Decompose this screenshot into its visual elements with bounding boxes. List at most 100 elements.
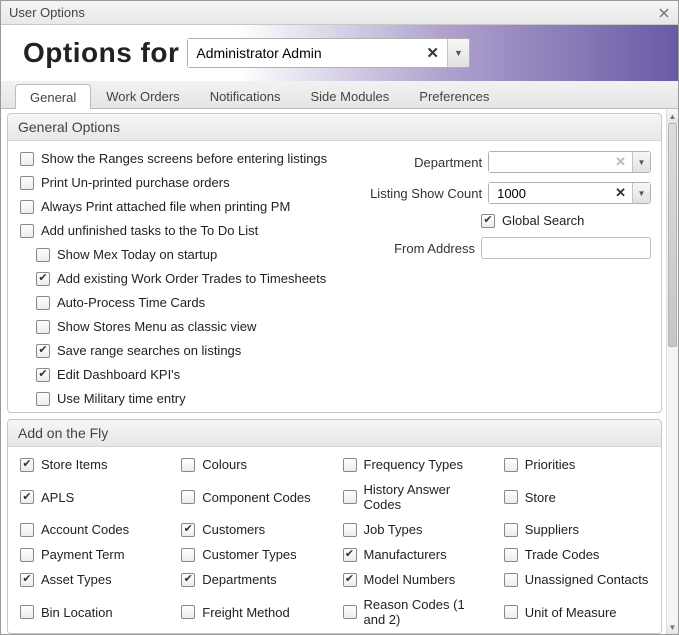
tab-preferences[interactable]: Preferences <box>404 83 504 108</box>
addfly-check-17[interactable]: Departments <box>181 572 328 587</box>
addfly-check-8[interactable]: Account Codes <box>20 522 167 537</box>
addfly-check-18[interactable]: Model Numbers <box>343 572 490 587</box>
checkbox-icon <box>36 296 50 310</box>
check-label: History Answer Codes <box>364 482 490 512</box>
general-check-5[interactable]: Add existing Work Order Trades to Timesh… <box>36 271 361 286</box>
checkbox-icon <box>343 573 357 587</box>
tab-notifications[interactable]: Notifications <box>195 83 296 108</box>
general-check-2[interactable]: Always Print attached file when printing… <box>20 199 361 214</box>
addfly-check-20[interactable]: Bin Location <box>20 597 167 627</box>
listing-count-label: Listing Show Count <box>361 186 482 201</box>
addfly-check-13[interactable]: Customer Types <box>181 547 328 562</box>
check-label: Job Types <box>364 522 423 537</box>
checkbox-icon <box>20 224 34 238</box>
general-check-4[interactable]: Show Mex Today on startup <box>36 247 361 262</box>
addfly-check-1[interactable]: Colours <box>181 457 328 472</box>
check-label: Priorities <box>525 457 576 472</box>
addfly-check-6[interactable]: History Answer Codes <box>343 482 490 512</box>
general-check-3[interactable]: Add unfinished tasks to the To Do List <box>20 223 361 238</box>
checkbox-icon <box>181 573 195 587</box>
addfly-check-9[interactable]: Customers <box>181 522 328 537</box>
check-label: Trade Codes <box>525 547 600 562</box>
general-check-7[interactable]: Show Stores Menu as classic view <box>36 319 361 334</box>
check-label: Unit of Measure <box>525 605 617 620</box>
check-label: Add existing Work Order Trades to Timesh… <box>57 271 326 286</box>
check-label: Account Codes <box>41 522 129 537</box>
addfly-check-22[interactable]: Reason Codes (1 and 2) <box>343 597 490 627</box>
addfly-check-10[interactable]: Job Types <box>343 522 490 537</box>
scroll-down-icon[interactable]: ▼ <box>667 620 678 634</box>
check-label: Auto-Process Time Cards <box>57 295 205 310</box>
addfly-check-7[interactable]: Store <box>504 482 651 512</box>
general-check-8[interactable]: Save range searches on listings <box>36 343 361 358</box>
checkbox-icon <box>504 458 518 472</box>
addfly-check-21[interactable]: Freight Method <box>181 597 328 627</box>
checkbox-icon <box>20 605 34 619</box>
check-label: Store <box>525 490 556 505</box>
check-label: Manufacturers <box>364 547 447 562</box>
chevron-down-icon[interactable]: ▼ <box>632 152 650 172</box>
vertical-scrollbar[interactable]: ▲ ▼ <box>666 109 678 634</box>
check-label: Store Items <box>41 457 107 472</box>
checkbox-icon <box>20 548 34 562</box>
user-selector[interactable]: ✕ ▼ <box>187 38 470 68</box>
global-search-check[interactable]: Global Search <box>481 213 651 228</box>
general-check-10[interactable]: Use Military time entry <box>36 391 361 406</box>
check-label: Customer Types <box>202 547 296 562</box>
checkbox-icon <box>343 523 357 537</box>
department-input[interactable] <box>489 152 609 172</box>
check-label: Customers <box>202 522 265 537</box>
tab-side-modules[interactable]: Side Modules <box>296 83 405 108</box>
tab-work-orders[interactable]: Work Orders <box>91 83 194 108</box>
scroll-track[interactable] <box>667 123 678 620</box>
addfly-check-23[interactable]: Unit of Measure <box>504 597 651 627</box>
check-label: APLS <box>41 490 74 505</box>
clear-icon[interactable]: ✕ <box>418 44 447 62</box>
close-icon[interactable] <box>656 5 672 21</box>
addfly-check-11[interactable]: Suppliers <box>504 522 651 537</box>
checkbox-icon <box>343 458 357 472</box>
addfly-check-3[interactable]: Priorities <box>504 457 651 472</box>
chevron-down-icon[interactable]: ▼ <box>632 183 650 203</box>
check-label: Model Numbers <box>364 572 456 587</box>
scroll-up-icon[interactable]: ▲ <box>667 109 678 123</box>
checkbox-icon <box>181 605 195 619</box>
general-check-9[interactable]: Edit Dashboard KPI's <box>36 367 361 382</box>
listing-count-input[interactable] <box>489 183 609 203</box>
checkbox-icon <box>36 344 50 358</box>
addfly-check-4[interactable]: APLS <box>20 482 167 512</box>
addfly-check-12[interactable]: Payment Term <box>20 547 167 562</box>
checkbox-icon <box>181 548 195 562</box>
addfly-check-0[interactable]: Store Items <box>20 457 167 472</box>
checkbox-icon <box>36 368 50 382</box>
check-label: Colours <box>202 457 247 472</box>
addfly-check-5[interactable]: Component Codes <box>181 482 328 512</box>
check-label: Show Stores Menu as classic view <box>57 319 256 334</box>
checkbox-icon <box>20 200 34 214</box>
scroll-thumb[interactable] <box>668 123 677 347</box>
addfly-check-2[interactable]: Frequency Types <box>343 457 490 472</box>
department-label: Department <box>361 155 482 170</box>
user-input[interactable] <box>188 39 418 67</box>
clear-icon[interactable]: ✕ <box>609 154 632 170</box>
checkbox-icon <box>20 458 34 472</box>
from-address-input[interactable] <box>481 237 651 259</box>
check-label: Frequency Types <box>364 457 463 472</box>
checkbox-icon <box>20 523 34 537</box>
clear-icon[interactable]: ✕ <box>609 185 632 201</box>
listing-count-selector[interactable]: ✕ ▼ <box>488 182 651 204</box>
department-selector[interactable]: ✕ ▼ <box>488 151 651 173</box>
general-check-1[interactable]: Print Un-printed purchase orders <box>20 175 361 190</box>
add-on-fly-group: Add on the Fly Store ItemsColoursFrequen… <box>7 419 662 634</box>
general-check-0[interactable]: Show the Ranges screens before entering … <box>20 151 361 166</box>
general-check-6[interactable]: Auto-Process Time Cards <box>36 295 361 310</box>
checkbox-icon <box>36 272 50 286</box>
user-options-window: User Options Options for ✕ ▼ GeneralWork… <box>0 0 679 635</box>
checkbox-icon <box>20 490 34 504</box>
chevron-down-icon[interactable]: ▼ <box>447 39 469 67</box>
addfly-check-14[interactable]: Manufacturers <box>343 547 490 562</box>
tab-general[interactable]: General <box>15 84 91 109</box>
addfly-check-15[interactable]: Trade Codes <box>504 547 651 562</box>
addfly-check-19[interactable]: Unassigned Contacts <box>504 572 651 587</box>
addfly-check-16[interactable]: Asset Types <box>20 572 167 587</box>
